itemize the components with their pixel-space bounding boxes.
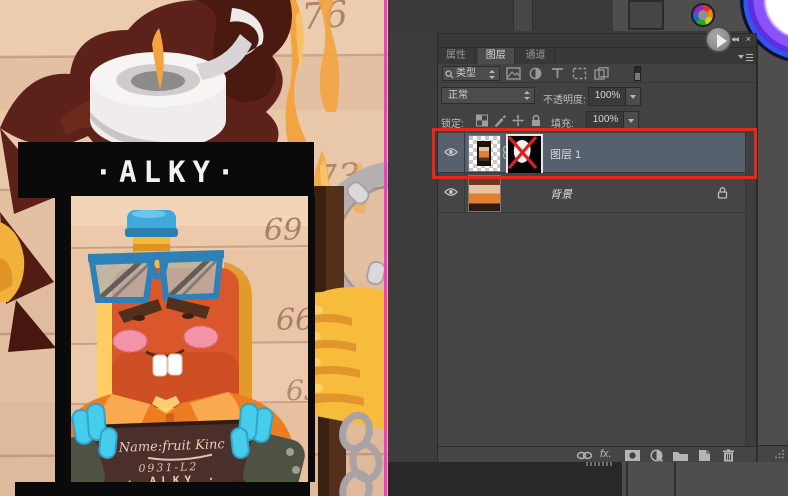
layer1-thumbnail[interactable] — [468, 135, 501, 172]
fill-label: 填充: — [551, 119, 574, 130]
workspace-background — [388, 0, 613, 31]
updown-arrows-icon — [524, 91, 531, 100]
delete-layer-button[interactable] — [720, 449, 737, 462]
background-panel-fragment — [628, 0, 664, 30]
lock-row: 锁定: 填充: 100% — [438, 108, 756, 131]
filter-smart-objects-icon[interactable] — [594, 67, 609, 80]
lock-transparency-icon[interactable] — [475, 114, 489, 127]
filter-pixel-layers-icon[interactable] — [506, 67, 521, 80]
panel-menu-icon[interactable] — [738, 53, 753, 61]
layer-style-button[interactable]: fx. — [600, 448, 612, 460]
new-layer-button[interactable] — [696, 449, 713, 462]
divider — [626, 462, 628, 496]
layers-panel: ◀◀ × 属性 图层 通道 类型 正常 不透明度: 100% 锁定: 填充: 1… — [437, 33, 757, 462]
canvas-edge-fringe — [384, 0, 387, 496]
layer-row-layer1[interactable]: 图层 1 — [438, 133, 745, 175]
layer1-name[interactable]: 图层 1 — [550, 146, 581, 162]
filter-type-label: 类型 — [456, 68, 476, 79]
lock-all-icon[interactable] — [529, 114, 543, 127]
filter-shape-layers-icon[interactable] — [572, 67, 587, 80]
blend-row: 正常 不透明度: 100% — [438, 83, 756, 108]
blend-mode-dropdown[interactable]: 正常 — [441, 87, 535, 104]
fill-dropdown-button[interactable] — [623, 111, 639, 130]
add-layer-mask-button[interactable] — [624, 449, 641, 462]
mugshot-card: ·ALKY· 69 66 63 Name:fruit Kinc 0931-L2 … — [15, 142, 315, 496]
adjustment-layer-button[interactable] — [648, 449, 665, 462]
blend-mode-value: 正常 — [448, 90, 468, 101]
tab-properties[interactable]: 属性 — [438, 48, 475, 64]
filter-type-dropdown[interactable]: 类型 — [442, 66, 500, 81]
tab-channels[interactable]: 通道 — [518, 48, 555, 64]
photoshop-workspace: 76 73 — [0, 0, 788, 496]
layer-row-background[interactable]: 背景 — [438, 173, 745, 213]
layer-list: 图层 1 背景 — [438, 131, 756, 446]
color-wheel-icon[interactable] — [691, 3, 715, 27]
background-lock-icon — [717, 187, 728, 199]
document-canvas[interactable]: 76 73 — [0, 0, 483, 496]
panel-resize-grip[interactable] — [773, 449, 785, 460]
lock-position-move-icon[interactable] — [511, 114, 525, 127]
filter-type-layers-icon[interactable] — [550, 67, 565, 80]
card-banner-text: ·ALKY· — [95, 155, 242, 189]
play-button[interactable] — [705, 26, 732, 53]
layer1-mask-thumbnail-disabled[interactable] — [506, 134, 543, 175]
filter-adjustment-layers-icon[interactable] — [528, 67, 543, 80]
eye-icon — [444, 148, 458, 156]
link-layers-button[interactable] — [576, 449, 593, 462]
dock-bottom-bar — [757, 445, 788, 462]
close-panel-button[interactable]: × — [746, 34, 751, 44]
panel-bottom-bar: fx. — [438, 446, 756, 462]
panel-dock-edge — [757, 33, 788, 445]
svg-text:69: 69 — [264, 213, 302, 248]
layer-list-scrollbar[interactable] — [745, 131, 756, 446]
filter-row: 类型 — [438, 64, 756, 83]
opacity-dropdown-button[interactable] — [625, 87, 641, 106]
visibility-toggle[interactable] — [438, 133, 465, 172]
workspace-background-light — [622, 462, 788, 496]
background-thumbnail[interactable] — [468, 175, 501, 212]
panel-drag-handle[interactable] — [586, 462, 612, 466]
lock-pixels-brush-icon[interactable] — [493, 114, 507, 127]
artwork: 76 73 — [0, 0, 483, 496]
filter-toggle-switch[interactable] — [634, 66, 641, 81]
fill-value-field[interactable]: 100% — [586, 111, 625, 130]
workspace-background-dark — [388, 462, 622, 496]
background-panel-edge — [513, 0, 533, 31]
panel-tab-bar: 属性 图层 通道 — [438, 48, 756, 64]
search-icon — [445, 70, 454, 79]
opacity-value-field[interactable]: 100% — [588, 87, 627, 106]
background-layer-name[interactable]: 背景 — [550, 186, 572, 202]
divider — [674, 462, 676, 496]
opacity-label: 不透明度: — [543, 95, 586, 106]
lock-label: 锁定: — [441, 119, 464, 130]
new-group-button[interactable] — [672, 449, 689, 462]
visibility-toggle[interactable] — [438, 173, 465, 212]
tab-layers[interactable]: 图层 — [477, 48, 515, 64]
updown-arrows-icon — [489, 70, 496, 79]
eye-icon — [444, 188, 458, 196]
